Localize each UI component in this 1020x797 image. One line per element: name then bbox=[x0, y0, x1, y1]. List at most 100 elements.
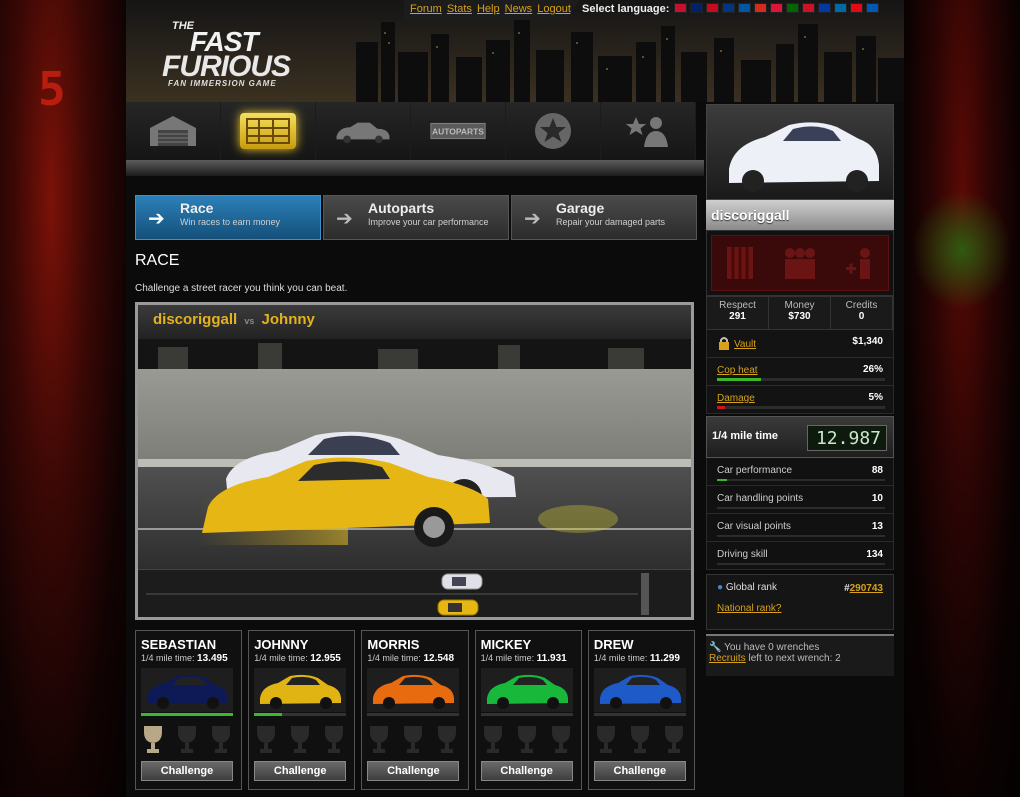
challenge-button[interactable]: Challenge bbox=[480, 761, 573, 781]
opponent-time: 1/4 mile time: 11.931 bbox=[480, 653, 567, 664]
crew-icon bbox=[626, 117, 668, 147]
trophy-icon bbox=[517, 726, 536, 753]
national-rank-link[interactable]: National rank? bbox=[717, 603, 893, 614]
cop-heat-link[interactable]: Cop heat bbox=[717, 365, 758, 376]
tab-race[interactable]: ➔ Race Win races to earn money bbox=[135, 195, 321, 240]
global-rank-link[interactable]: 290743 bbox=[850, 583, 883, 594]
logout-link[interactable]: Logout bbox=[537, 3, 571, 15]
cop-heat-value: 26% bbox=[862, 364, 883, 375]
language-flag-2[interactable] bbox=[706, 3, 719, 13]
opponent-name: JOHNNY bbox=[254, 637, 309, 652]
help-link[interactable]: Help bbox=[477, 3, 500, 15]
nav-cars[interactable] bbox=[316, 102, 411, 160]
mile-time-display: 12.987 bbox=[807, 425, 887, 451]
trophy-icon bbox=[664, 726, 683, 753]
mile-time-label: 1/4 mile time bbox=[712, 430, 779, 442]
header: THE FAST FURIOUS FAN IMMERSION GAME Foru… bbox=[126, 0, 904, 102]
language-flag-10[interactable] bbox=[834, 3, 847, 13]
nav-garage[interactable] bbox=[126, 102, 221, 160]
nav-map[interactable] bbox=[221, 102, 316, 160]
player-stats: Respect 291 Money $730 Credits 0 bbox=[706, 296, 894, 330]
stats-link[interactable]: Stats bbox=[447, 3, 472, 15]
opponent-car bbox=[367, 668, 460, 712]
damage-value: 5% bbox=[868, 392, 883, 403]
language-flag-6[interactable] bbox=[770, 3, 783, 13]
performance-bar bbox=[717, 479, 728, 481]
forum-link[interactable]: Forum bbox=[410, 3, 442, 15]
language-flag-9[interactable] bbox=[818, 3, 831, 13]
language-flag-12[interactable] bbox=[866, 3, 879, 13]
tab-autoparts[interactable]: ➔ Autoparts Improve your car performance bbox=[323, 195, 509, 240]
nav-strip bbox=[126, 160, 704, 176]
challenge-button[interactable]: Challenge bbox=[593, 761, 686, 781]
arrow-right-icon: ➔ bbox=[336, 208, 353, 230]
star-icon bbox=[535, 113, 571, 149]
language-flag-11[interactable] bbox=[850, 3, 863, 13]
language-flags bbox=[674, 3, 879, 13]
player-status-panel bbox=[706, 230, 894, 296]
mile-time-panel: 1/4 mile time 12.987 bbox=[706, 416, 894, 458]
language-flag-8[interactable] bbox=[802, 3, 815, 13]
page-title: RACE bbox=[135, 252, 180, 269]
race-scene bbox=[138, 339, 691, 569]
credits-value: 0 bbox=[858, 311, 865, 322]
opponent-trophies bbox=[254, 724, 346, 754]
globe-icon: ● bbox=[717, 582, 724, 593]
language-label: Select language: bbox=[582, 3, 670, 15]
opponent-time: 1/4 mile time: 11.299 bbox=[593, 653, 680, 664]
tab-garage[interactable]: ➔ Garage Repair your damaged parts bbox=[511, 195, 697, 240]
sidebar-username: discoriggall bbox=[706, 200, 894, 230]
language-flag-7[interactable] bbox=[786, 3, 799, 13]
challenge-button[interactable]: Challenge bbox=[141, 761, 233, 781]
nav-crew[interactable] bbox=[601, 102, 696, 160]
cars-icon bbox=[336, 122, 390, 144]
performance-value: 13 bbox=[871, 521, 883, 532]
background-numeral: 5 bbox=[38, 62, 66, 116]
opponent-trophies bbox=[141, 724, 233, 754]
trophy-icon bbox=[291, 726, 310, 753]
opponent-card: MICKEY 1/4 mile time: 11.931 Challenge bbox=[474, 630, 582, 790]
opponent-progress-bar bbox=[593, 713, 686, 716]
challenge-button[interactable]: Challenge bbox=[254, 761, 347, 781]
trophy-icon bbox=[178, 726, 196, 753]
garage-icon bbox=[150, 116, 196, 146]
performance-label: Driving skill bbox=[717, 549, 768, 560]
damage-link[interactable]: Damage bbox=[717, 393, 755, 404]
language-flag-4[interactable] bbox=[738, 3, 751, 13]
opponent-time: 1/4 mile time: 12.955 bbox=[254, 653, 341, 664]
vault-link[interactable]: Vault bbox=[734, 339, 756, 350]
nav-star[interactable] bbox=[506, 102, 601, 160]
wrench-panel: 🔧 You have 0 wrenches Recruits left to n… bbox=[706, 634, 894, 676]
opponent-card: MORRIS 1/4 mile time: 12.548 Challenge bbox=[361, 630, 469, 790]
opponent-card: JOHNNY 1/4 mile time: 12.955 Challenge bbox=[248, 630, 356, 790]
challenge-button[interactable]: Challenge bbox=[367, 761, 460, 781]
opponent-car bbox=[254, 668, 347, 712]
vault-row: Vault $1,340 bbox=[706, 330, 894, 358]
tab-race-desc: Win races to earn money bbox=[180, 217, 281, 227]
sub-tabs: ➔ Race Win races to earn money ➔ Autopar… bbox=[135, 195, 697, 240]
rank-panel: ● Global rank #290743 National rank? bbox=[706, 574, 894, 630]
damage-row: Damage 5% bbox=[706, 386, 894, 414]
race-progress-track bbox=[146, 573, 649, 616]
trophy-icon bbox=[325, 726, 344, 753]
main-nav: AUTOPARTS bbox=[126, 102, 696, 160]
trophy-icon bbox=[483, 726, 502, 753]
performance-value: 10 bbox=[871, 493, 883, 504]
damage-bar bbox=[717, 406, 726, 409]
recruits-link[interactable]: Recruits bbox=[709, 653, 746, 664]
language-flag-1[interactable] bbox=[690, 3, 703, 13]
language-flag-0[interactable] bbox=[674, 3, 687, 13]
opponent-progress-bar bbox=[141, 713, 233, 716]
race-opponent-name: Johnny bbox=[261, 311, 315, 328]
credits-label: Credits bbox=[845, 300, 878, 311]
arrow-right-icon: ➔ bbox=[524, 208, 541, 230]
language-flag-5[interactable] bbox=[754, 3, 767, 13]
autoparts-icon: AUTOPARTS bbox=[430, 122, 486, 140]
opponent-progress-marker bbox=[437, 599, 479, 616]
news-link[interactable]: News bbox=[505, 3, 533, 15]
trophy-icon bbox=[144, 726, 162, 753]
language-flag-3[interactable] bbox=[722, 3, 735, 13]
nav-autoparts[interactable]: AUTOPARTS bbox=[411, 102, 506, 160]
background-right bbox=[904, 0, 1020, 797]
game-logo[interactable]: THE FAST FURIOUS FAN IMMERSION GAME bbox=[148, 20, 328, 90]
